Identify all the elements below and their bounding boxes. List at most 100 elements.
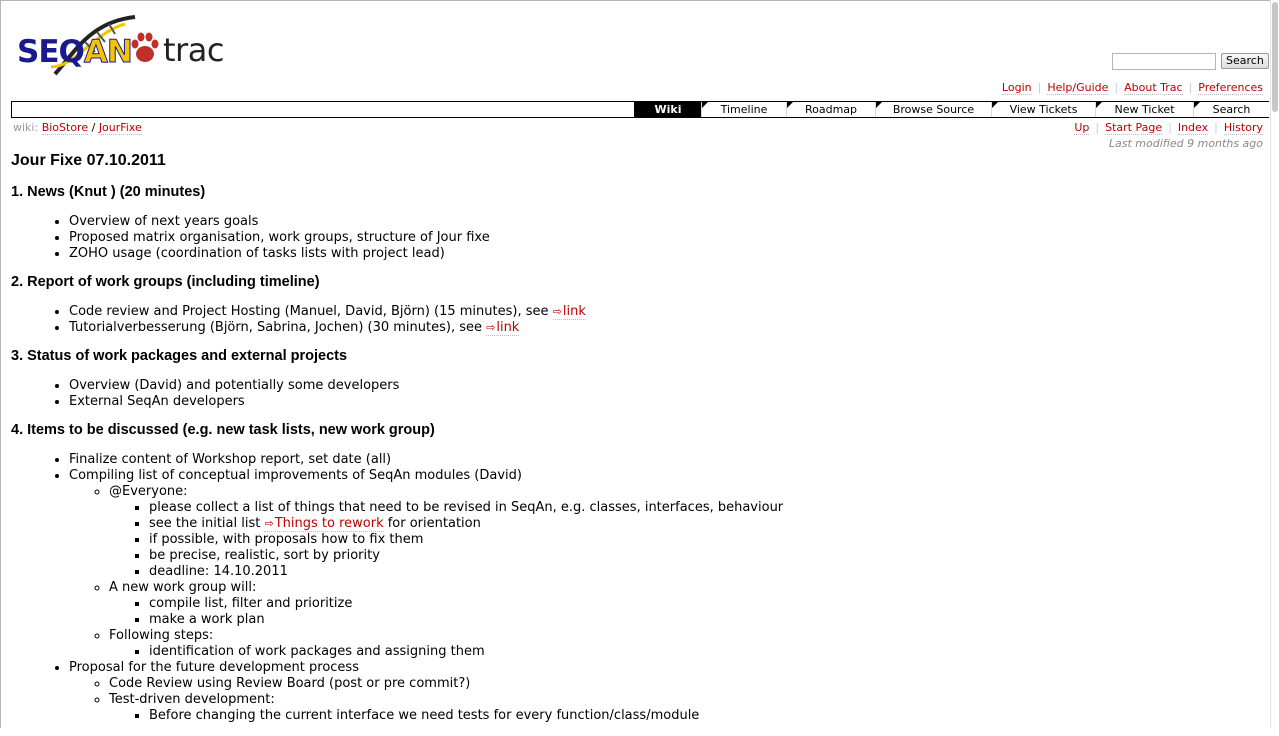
breadcrumb-separator: / (91, 121, 96, 134)
wiki-content: Jour Fixe 07.10.2011 1. News (Knut ) (20… (11, 152, 1261, 736)
tab-corner-marker (1096, 102, 1102, 108)
logo-an: AN (83, 34, 133, 71)
paw-icon (131, 32, 159, 62)
list-item: ZOHO usage (coordination of tasks lists … (69, 246, 1261, 262)
list-item-text: @Everyone: (109, 484, 188, 499)
tutorial-link[interactable]: ⇨link (486, 320, 520, 336)
window-border-left (0, 0, 1, 728)
nested-list: compile list, filter and prioritize make… (109, 596, 1261, 628)
list-item-text: Tutorialverbesserung (Björn, Sabrina, Jo… (69, 320, 487, 335)
start-page-link[interactable]: Start Page (1105, 121, 1163, 135)
window-border-top (0, 0, 1279, 1)
tab-wiki[interactable]: Wiki (634, 102, 701, 117)
list-item: please collect a list of things that nee… (149, 500, 1261, 516)
list-item: Code review and Project Hosting (Manuel,… (69, 304, 1261, 320)
list-item: Before changing the current interface we… (149, 708, 1261, 724)
tab-roadmap[interactable]: Roadmap (786, 102, 875, 117)
list-item: Test-driven development: Before changing… (109, 692, 1261, 724)
tab-corner-marker (787, 102, 793, 108)
nested-list: please collect a list of things that nee… (109, 500, 1261, 580)
tab-timeline[interactable]: Timeline (701, 102, 786, 117)
link-label: link (496, 320, 520, 335)
list-item-text: for orientation (383, 516, 481, 531)
context-nav: Up | Start Page | Index | History (1074, 121, 1263, 135)
list-item: if possible, with proposals how to fix t… (149, 532, 1261, 548)
tab-view-tickets[interactable]: View Tickets (991, 102, 1095, 117)
section-heading-discussion: 4. Items to be discussed (e.g. new task … (11, 422, 435, 438)
page-title: Jour Fixe 07.10.2011 (11, 152, 166, 169)
list-item-text: Proposal for the future development proc… (69, 660, 359, 675)
tab-corner-marker (992, 102, 998, 108)
scrollbar-thumb[interactable] (1272, 2, 1278, 112)
seqan-logo-text: SEQAN (17, 34, 133, 71)
external-link-icon: ⇨ (552, 305, 562, 318)
separator: | (1037, 81, 1042, 94)
list-item: see the initial list ⇨Things to rework f… (149, 516, 1261, 532)
status-list: Overview (David) and potentially some de… (11, 378, 1261, 410)
list-item: Following steps: identification of work … (109, 628, 1261, 660)
search-input[interactable] (1112, 53, 1216, 70)
list-item: @Everyone: please collect a list of thin… (109, 484, 1261, 580)
breadcrumb-biostore-link[interactable]: BioStore (41, 121, 89, 135)
up-link[interactable]: Up (1074, 121, 1090, 135)
link-label: link (562, 304, 586, 319)
tab-browse-source[interactable]: Browse Source (875, 102, 991, 117)
help-guide-link[interactable]: Help/Guide (1047, 81, 1109, 95)
list-item: identification of work packages and assi… (149, 644, 1261, 660)
index-link[interactable]: Index (1177, 121, 1209, 135)
list-item: Finalize content of Workshop report, set… (69, 452, 1261, 468)
list-item: Overview of next years goals (69, 214, 1261, 230)
list-item-text: Test-driven development: (109, 692, 275, 707)
tab-roadmap-label: Roadmap (804, 103, 858, 116)
list-item: Tutorialverbesserung (Björn, Sabrina, Jo… (69, 320, 1261, 336)
separator: | (1188, 81, 1193, 94)
list-item: make a work plan (149, 612, 1261, 628)
login-link[interactable]: Login (1001, 81, 1032, 95)
nested-list: Code Review using Review Board (post or … (69, 676, 1261, 724)
main-nav: Wiki Timeline Roadmap Browse Source View… (11, 101, 1269, 118)
tab-new-ticket[interactable]: New Ticket (1095, 102, 1193, 117)
nested-list: identification of work packages and assi… (109, 644, 1261, 660)
trac-logo-text: trac (163, 31, 224, 69)
things-to-rework-link[interactable]: ⇨Things to rework (264, 516, 384, 532)
list-item-text: Following steps: (109, 628, 214, 643)
section-heading-news: 1. News (Knut ) (20 minutes) (11, 184, 206, 200)
separator: | (1095, 121, 1100, 134)
breadcrumb-jourfixe-link[interactable]: JourFixe (98, 121, 142, 135)
last-modified: Last modified 9 months ago (1108, 137, 1263, 150)
list-item: Compiling list of conceptual improvement… (69, 468, 1261, 660)
list-item: be precise, realistic, sort by priority (149, 548, 1261, 564)
separator: | (1168, 121, 1172, 134)
breadcrumb: wiki: BioStore / JourFixe (13, 121, 142, 135)
list-item-text: see the initial list (149, 516, 265, 531)
about-trac-link[interactable]: About Trac (1124, 81, 1183, 95)
list-item: Proposal for the future development proc… (69, 660, 1261, 724)
tab-search[interactable]: Search (1193, 102, 1269, 117)
preferences-link[interactable]: Preferences (1198, 81, 1263, 95)
history-link[interactable]: History (1223, 121, 1263, 135)
report-list: Code review and Project Hosting (Manuel,… (11, 304, 1261, 336)
site-logo[interactable]: SEQAN trac (15, 12, 230, 82)
tab-corner-marker (1194, 102, 1200, 108)
tab-corner-marker (702, 102, 708, 108)
separator: | (1114, 81, 1119, 94)
vertical-scrollbar[interactable] (1270, 0, 1279, 728)
tab-new-ticket-label: New Ticket (1114, 103, 1175, 116)
list-item-text: Compiling list of conceptual improvement… (69, 468, 522, 483)
tab-view-tickets-label: View Tickets (1009, 103, 1078, 116)
external-link-icon: ⇨ (264, 517, 274, 530)
separator: | (1214, 121, 1218, 134)
list-item-text: Code review and Project Hosting (Manuel,… (69, 304, 553, 319)
list-item: Proposed matrix organisation, work group… (69, 230, 1261, 246)
tab-search-label: Search (1212, 103, 1251, 116)
external-link-icon: ⇨ (486, 321, 496, 334)
logo-seq: SEQ (17, 34, 85, 70)
search-button[interactable]: Search (1221, 53, 1269, 69)
list-item: Code Review using Review Board (post or … (109, 676, 1261, 692)
meta-nav: Login | Help/Guide | About Trac | Preferences (1001, 81, 1263, 95)
code-review-link[interactable]: ⇨link (552, 304, 586, 320)
list-item: deadline: 14.10.2011 (149, 564, 1261, 580)
tab-timeline-label: Timeline (720, 103, 768, 116)
discussion-list: Finalize content of Workshop report, set… (11, 452, 1261, 724)
tab-corner-marker (876, 102, 882, 108)
